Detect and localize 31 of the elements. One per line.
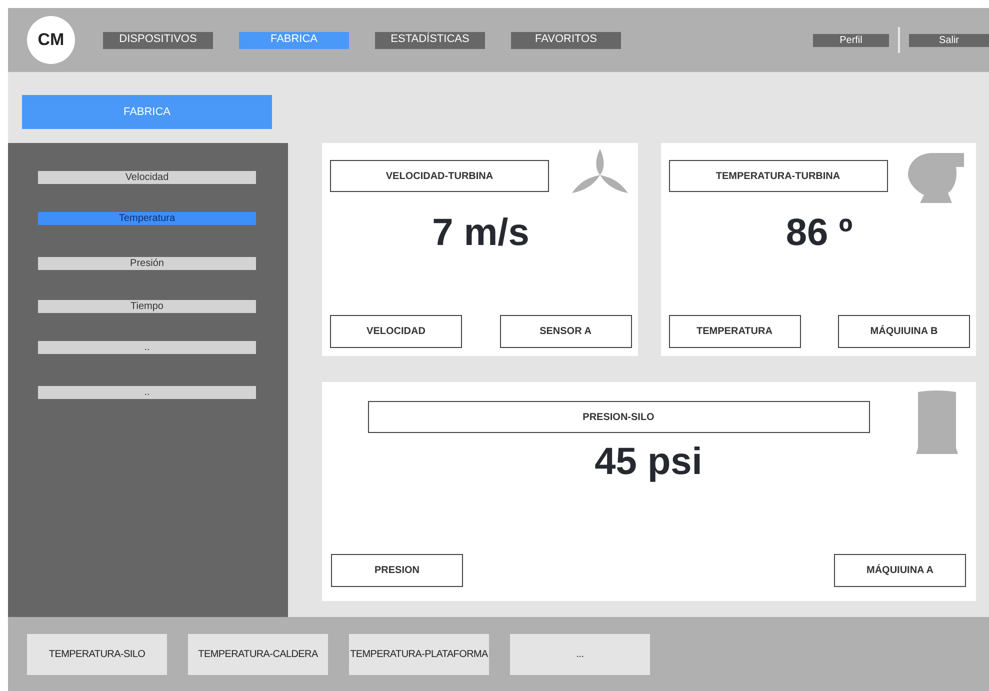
tag-button[interactable]: TEMPERATURA bbox=[668, 315, 800, 348]
bottom-tab[interactable]: ... bbox=[510, 634, 650, 674]
reading-value: 86 º bbox=[784, 212, 854, 255]
profile-button[interactable]: Perfil bbox=[813, 34, 889, 46]
sidebar-item[interactable]: .. bbox=[38, 386, 256, 399]
reading-value: 45 psi bbox=[594, 441, 704, 484]
sidebar-item[interactable]: .. bbox=[38, 341, 256, 354]
blower-icon bbox=[908, 153, 964, 203]
tag-button[interactable]: MÁQUIUINA A bbox=[834, 554, 966, 587]
tag-button[interactable]: PRESION bbox=[331, 554, 463, 587]
nav-tab[interactable]: ESTADÍSTICAS bbox=[375, 32, 485, 48]
sidebar-item[interactable]: Presión bbox=[38, 257, 256, 270]
sidebar-item[interactable]: Tiempo bbox=[38, 300, 256, 313]
bottom-tab[interactable]: TEMPERATURA-PLATAFORMA bbox=[349, 634, 489, 674]
card-title: VELOCIDAD-TURBINA bbox=[330, 160, 549, 192]
bottom-tab[interactable]: TEMPERATURA-CALDERA bbox=[188, 634, 328, 674]
silo-icon bbox=[916, 390, 958, 454]
nav-tab[interactable]: DISPOSITIVOS bbox=[103, 32, 213, 48]
reading-value: 7 m/s bbox=[431, 212, 530, 255]
sidebar-item[interactable]: Temperatura bbox=[38, 212, 256, 225]
logo: CM bbox=[27, 16, 75, 64]
fan-icon bbox=[572, 149, 628, 195]
tag-button[interactable]: SENSOR A bbox=[500, 315, 632, 348]
logout-button[interactable]: Salir bbox=[909, 34, 989, 46]
bottom-tab[interactable]: TEMPERATURA-SILO bbox=[27, 634, 167, 674]
card-title: TEMPERATURA-TURBINA bbox=[668, 160, 888, 192]
sidebar-item[interactable]: Velocidad bbox=[38, 171, 256, 184]
tag-button[interactable]: MÁQUIUINA B bbox=[838, 315, 970, 348]
card-title: PRESION-SILO bbox=[368, 401, 870, 433]
nav-tab[interactable]: FAVORITOS bbox=[511, 32, 621, 48]
tag-button[interactable]: VELOCIDAD bbox=[330, 315, 462, 348]
